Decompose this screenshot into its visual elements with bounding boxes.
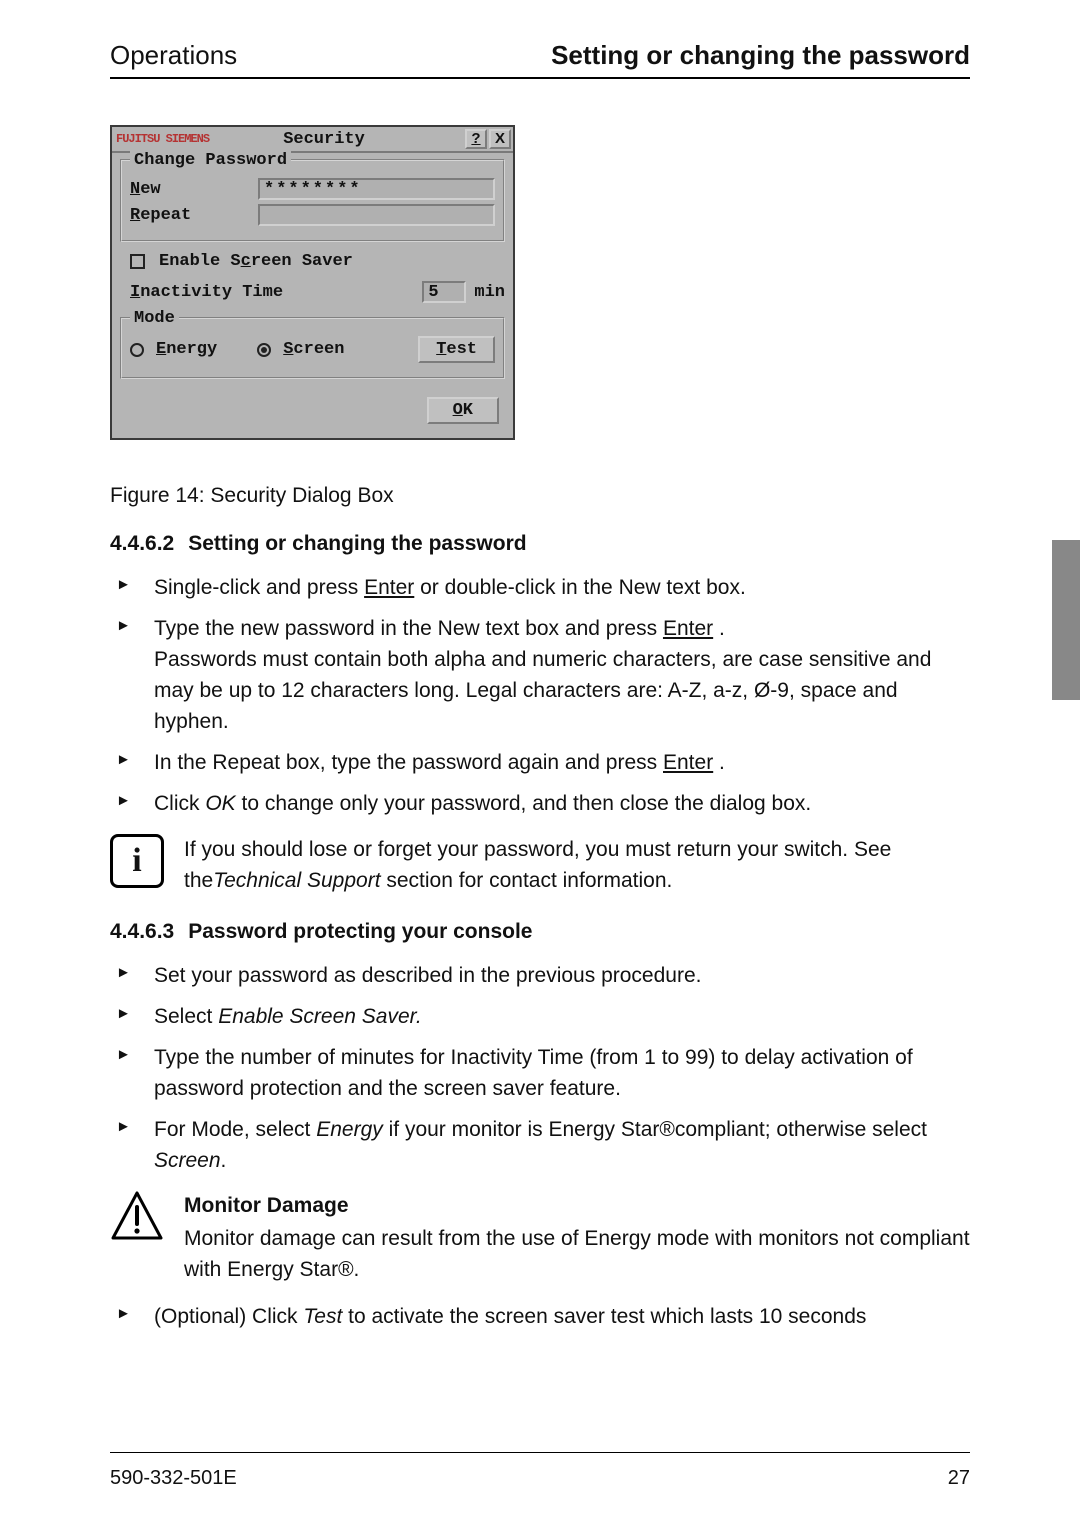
change-password-legend: Change Password [130,151,291,170]
list-item: Click OK to change only your password, a… [110,788,970,819]
energy-radio[interactable] [130,343,144,357]
security-dialog: FUJITSU SIEMENS Security ? X Change Pass… [110,125,515,440]
list-item: Single-click and press Enter or double-c… [110,572,970,603]
dialog-titlebar: FUJITSU SIEMENS Security ? X [112,127,513,153]
info-callout: i If you should lose or forget your pass… [110,834,970,896]
info-icon: i [110,834,164,888]
repeat-password-input[interactable] [258,204,495,226]
list-item: (Optional) Click Test to activate the sc… [110,1301,970,1332]
header-right: Setting or changing the password [551,40,970,71]
footer-left: 590-332-501E [110,1467,237,1490]
warning-callout: Monitor Damage Monitor damage can result… [110,1190,970,1285]
subsection-heading-2: 4.4.6.3Password protecting your console [110,920,970,944]
change-password-fieldset: Change Password New ******** Repeat [120,159,505,242]
energy-label: Energy [156,340,217,359]
close-button[interactable]: X [489,129,511,149]
page-header: Operations Setting or changing the passw… [110,40,970,79]
mode-legend: Mode [130,309,179,328]
list-item: Set your password as described in the pr… [110,960,970,991]
repeat-label: Repeat [130,206,250,225]
screen-label: Screen [283,340,344,359]
side-tab [1052,540,1080,700]
enable-screensaver-label: Enable Screen Saver [159,252,353,271]
inactivity-label: Inactivity Time [130,283,283,302]
list-item: Type the number of minutes for Inactivit… [110,1042,970,1104]
enable-screensaver-checkbox[interactable] [130,254,145,269]
list-item: Select Enable Screen Saver. [110,1001,970,1032]
steps-list-2: Set your password as described in the pr… [110,960,970,1176]
list-item: Type the new password in the New text bo… [110,613,970,737]
steps-list-3: (Optional) Click Test to activate the sc… [110,1301,970,1332]
list-item: For Mode, select Energy if your monitor … [110,1114,970,1176]
page-footer: 590-332-501E 27 [110,1452,970,1490]
info-text: If you should lose or forget your passwo… [184,834,970,896]
steps-list-1: Single-click and press Enter or double-c… [110,572,970,820]
test-button[interactable]: Test [418,336,495,363]
inactivity-input[interactable]: 5 [422,281,466,303]
screen-radio[interactable] [257,343,271,357]
warning-title: Monitor Damage [184,1190,970,1221]
figure-caption: Figure 14: Security Dialog Box [110,484,970,508]
ok-button[interactable]: OK [427,397,499,424]
new-password-input[interactable]: ******** [258,178,495,200]
warning-icon [110,1190,164,1244]
list-item: In the Repeat box, type the password aga… [110,747,970,778]
dialog-title: Security [215,130,463,149]
footer-right: 27 [948,1467,970,1490]
warning-text: Monitor damage can result from the use o… [184,1223,970,1285]
inactivity-unit: min [474,283,505,302]
brand-logo: FUJITSU SIEMENS [116,132,209,146]
subsection-heading-1: 4.4.6.2Setting or changing the password [110,532,970,556]
help-button[interactable]: ? [465,129,487,149]
header-left: Operations [110,40,237,71]
mode-fieldset: Mode Energy Screen Te [120,317,505,379]
new-label: New [130,180,250,199]
